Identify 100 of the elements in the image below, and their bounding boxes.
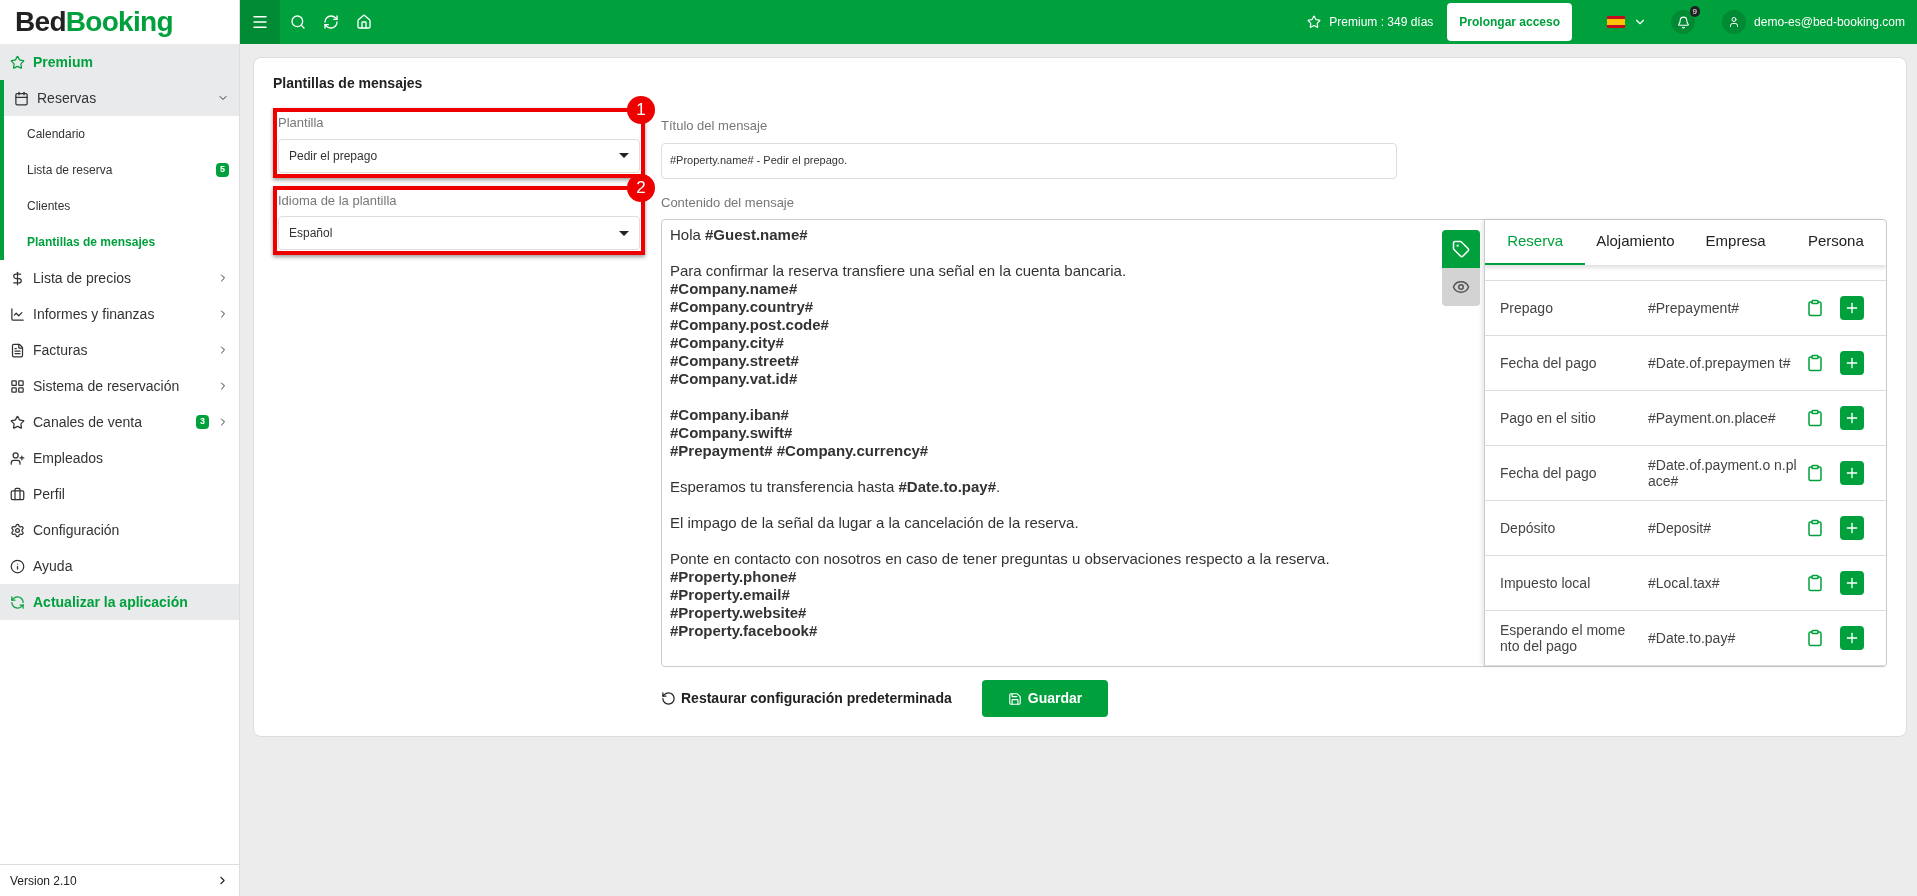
message-line: #Prepayment# #Company.currency# bbox=[670, 442, 929, 460]
extend-access-button[interactable]: Prolongar acceso bbox=[1447, 3, 1573, 41]
insert-button[interactable] bbox=[1840, 461, 1864, 485]
tag-code: #Local.tax# bbox=[1648, 575, 1721, 591]
field-label: Plantilla bbox=[278, 114, 325, 132]
insert-button[interactable] bbox=[1840, 296, 1864, 320]
user-avatar-icon[interactable] bbox=[1722, 10, 1747, 34]
field-label: Contenido del mensaje bbox=[661, 193, 795, 212]
star-icon bbox=[10, 414, 25, 430]
count-badge: 5 bbox=[216, 163, 229, 177]
page-title: Plantillas de mensajes bbox=[273, 74, 424, 93]
calendar-icon bbox=[14, 90, 29, 106]
clipboard-icon[interactable] bbox=[1806, 519, 1824, 537]
briefcase-icon bbox=[10, 486, 25, 502]
user-plus-icon bbox=[10, 450, 25, 466]
sidebar-item[interactable]: Canales de venta 3 bbox=[0, 404, 239, 440]
message-line: #Company.vat.id# bbox=[670, 370, 798, 388]
tag-label: Fecha del pago bbox=[1500, 355, 1598, 371]
message-line: #Property.website# bbox=[670, 604, 807, 622]
panel-tab[interactable]: Reserva bbox=[1485, 220, 1586, 265]
sidebar-item[interactable]: Facturas bbox=[0, 332, 239, 368]
message-line: #Company.country# bbox=[670, 298, 814, 316]
sidebar-item[interactable]: Informes y finanzas bbox=[0, 296, 239, 332]
step-marker: 1 bbox=[627, 96, 655, 124]
notification-badge: 9 bbox=[1689, 6, 1701, 17]
dropdown[interactable]: Pedir el prepago bbox=[278, 138, 640, 173]
refresh-icon[interactable] bbox=[323, 14, 339, 30]
plus-icon bbox=[1844, 300, 1860, 316]
message-line: #Company.swift# bbox=[670, 424, 793, 442]
clipboard-icon[interactable] bbox=[1806, 354, 1824, 372]
eye-icon bbox=[1452, 278, 1470, 296]
star-icon bbox=[1307, 15, 1322, 29]
insert-button[interactable] bbox=[1840, 571, 1864, 595]
flag-icon[interactable] bbox=[1607, 16, 1626, 28]
dropdown[interactable]: Español bbox=[278, 216, 640, 250]
caret-icon bbox=[619, 153, 629, 158]
message-line: Para confirmar la reserva transfiere una señal en la cuenta bancaria. bbox=[670, 262, 1127, 280]
plus-icon bbox=[1844, 575, 1860, 591]
sidebar-item[interactable]: Reservas bbox=[4, 80, 239, 116]
user-icon bbox=[1728, 16, 1741, 28]
home-icon[interactable] bbox=[356, 14, 372, 30]
save-icon bbox=[1007, 691, 1022, 706]
message-line: Hola #Guest.name# bbox=[670, 226, 808, 244]
undo-icon bbox=[661, 691, 676, 706]
search-icon[interactable] bbox=[290, 14, 306, 30]
tag-code: #Prepayment# bbox=[1648, 300, 1741, 316]
message-title-field[interactable]: #Property.name# - Pedir el prepago. bbox=[661, 142, 1397, 179]
message-line: #Company.street# bbox=[670, 352, 799, 370]
sidebar-subitem[interactable]: Clientes bbox=[4, 188, 239, 224]
sidebar-item[interactable]: Empleados bbox=[0, 440, 239, 476]
menu-icon bbox=[251, 13, 269, 31]
panel-tab[interactable]: Persona bbox=[1785, 220, 1886, 265]
clipboard-icon[interactable] bbox=[1806, 574, 1824, 592]
message-line: #Company.name# bbox=[670, 280, 798, 298]
grid-icon bbox=[10, 378, 25, 394]
sidebar-item[interactable]: Ayuda bbox=[0, 548, 239, 584]
insert-button[interactable] bbox=[1840, 516, 1864, 540]
menu-button[interactable] bbox=[240, 0, 280, 44]
count-badge: 3 bbox=[196, 415, 209, 429]
clipboard-icon[interactable] bbox=[1806, 464, 1824, 482]
insert-button[interactable] bbox=[1840, 406, 1864, 430]
message-line: El impago de la señal da lugar a la cancelación de la reserva. bbox=[670, 514, 1079, 532]
sidebar-item[interactable]: Configuración bbox=[0, 512, 239, 548]
settings-icon bbox=[10, 522, 25, 538]
message-line: #Property.phone# bbox=[670, 568, 797, 586]
field-label: Idioma de la plantilla bbox=[278, 191, 398, 210]
message-line: #Company.post.code# bbox=[670, 316, 829, 334]
tag-code: #Payment.on.place# bbox=[1648, 410, 1777, 426]
star-icon bbox=[10, 54, 25, 70]
chart-icon bbox=[10, 306, 25, 322]
logo[interactable]: BedBooking bbox=[0, 0, 239, 44]
message-line: #Property.email# bbox=[670, 586, 790, 604]
version-item[interactable]: Version 2.10 bbox=[0, 864, 239, 896]
sidebar-subitem[interactable]: Calendario bbox=[4, 116, 239, 152]
message-line: Ponte en contacto con nosotros en caso de tener preguntas u observaciones respecto a la reserva. bbox=[670, 550, 1330, 568]
restore-defaults-button[interactable]: Restaurar configuración predeterminada bbox=[661, 688, 952, 709]
preview-button[interactable] bbox=[1442, 268, 1480, 306]
plus-icon bbox=[1844, 520, 1860, 536]
tag-button[interactable] bbox=[1442, 230, 1480, 268]
insert-button[interactable] bbox=[1840, 626, 1864, 650]
insert-button[interactable] bbox=[1840, 351, 1864, 375]
tag-label: Depósito bbox=[1500, 520, 1557, 536]
sidebar-item[interactable]: Sistema de reservación bbox=[0, 368, 239, 404]
panel-tab[interactable]: Alojamiento bbox=[1585, 220, 1686, 265]
tag-label: Pago en el sitio bbox=[1500, 410, 1597, 426]
clipboard-icon[interactable] bbox=[1806, 409, 1824, 427]
tag-code: #Date.to.pay# bbox=[1648, 630, 1737, 646]
clipboard-icon[interactable] bbox=[1806, 299, 1824, 317]
refresh-icon bbox=[10, 594, 25, 610]
dollar-icon bbox=[10, 270, 25, 286]
sidebar-item[interactable]: Lista de precios bbox=[0, 260, 239, 296]
panel-tab[interactable]: Empresa bbox=[1685, 220, 1786, 265]
plus-icon bbox=[1844, 410, 1860, 426]
plus-icon bbox=[1844, 465, 1860, 481]
premium-status: Premium : 349 días bbox=[1329, 14, 1434, 31]
clipboard-icon[interactable] bbox=[1806, 629, 1824, 647]
caret-icon bbox=[619, 230, 629, 236]
tag-label: Impuesto local bbox=[1500, 575, 1592, 591]
sidebar-subitem[interactable]: Lista de reserva 5 bbox=[4, 152, 239, 188]
sidebar-item[interactable]: Perfil bbox=[0, 476, 239, 512]
